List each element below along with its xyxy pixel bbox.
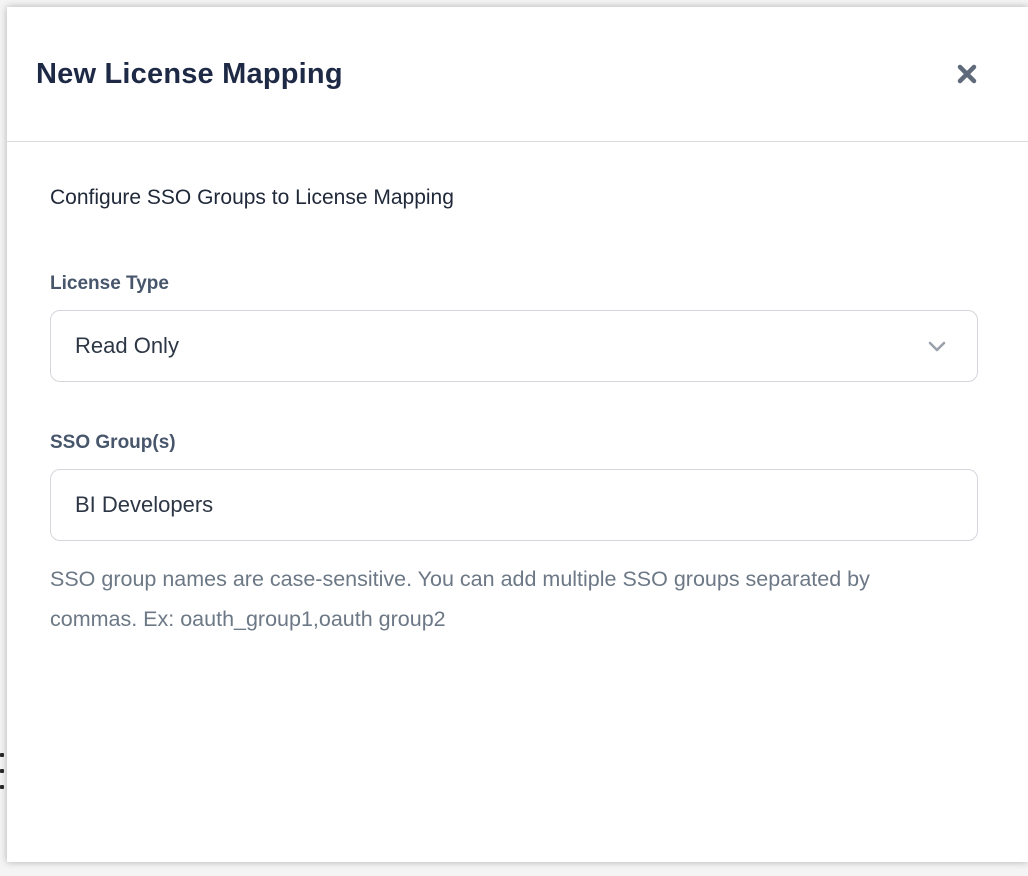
dialog-description: Configure SSO Groups to License Mapping [50, 186, 978, 210]
license-type-selected-value: Read Only [75, 333, 179, 359]
artifact-dash [0, 753, 4, 757]
dialog-body: Configure SSO Groups to License Mapping … [7, 142, 1028, 639]
chevron-down-icon [925, 334, 949, 358]
sso-groups-label: SSO Group(s) [50, 432, 978, 454]
close-button[interactable] [950, 57, 984, 91]
license-type-select[interactable]: Read Only [50, 310, 978, 382]
artifact-dash [0, 785, 4, 789]
sso-groups-input-value: BI Developers [75, 492, 213, 518]
underlying-page-artifact [0, 753, 5, 789]
artifact-dash [0, 769, 4, 773]
license-type-label: License Type [50, 273, 978, 295]
sso-groups-input[interactable]: BI Developers [50, 469, 978, 541]
new-license-mapping-dialog: New License Mapping Configure SSO Groups… [7, 7, 1028, 862]
dialog-header: New License Mapping [7, 7, 1028, 142]
sso-groups-help-text: SSO group names are case-sensitive. You … [50, 559, 930, 639]
dialog-title: New License Mapping [36, 58, 343, 91]
close-icon [954, 61, 980, 87]
